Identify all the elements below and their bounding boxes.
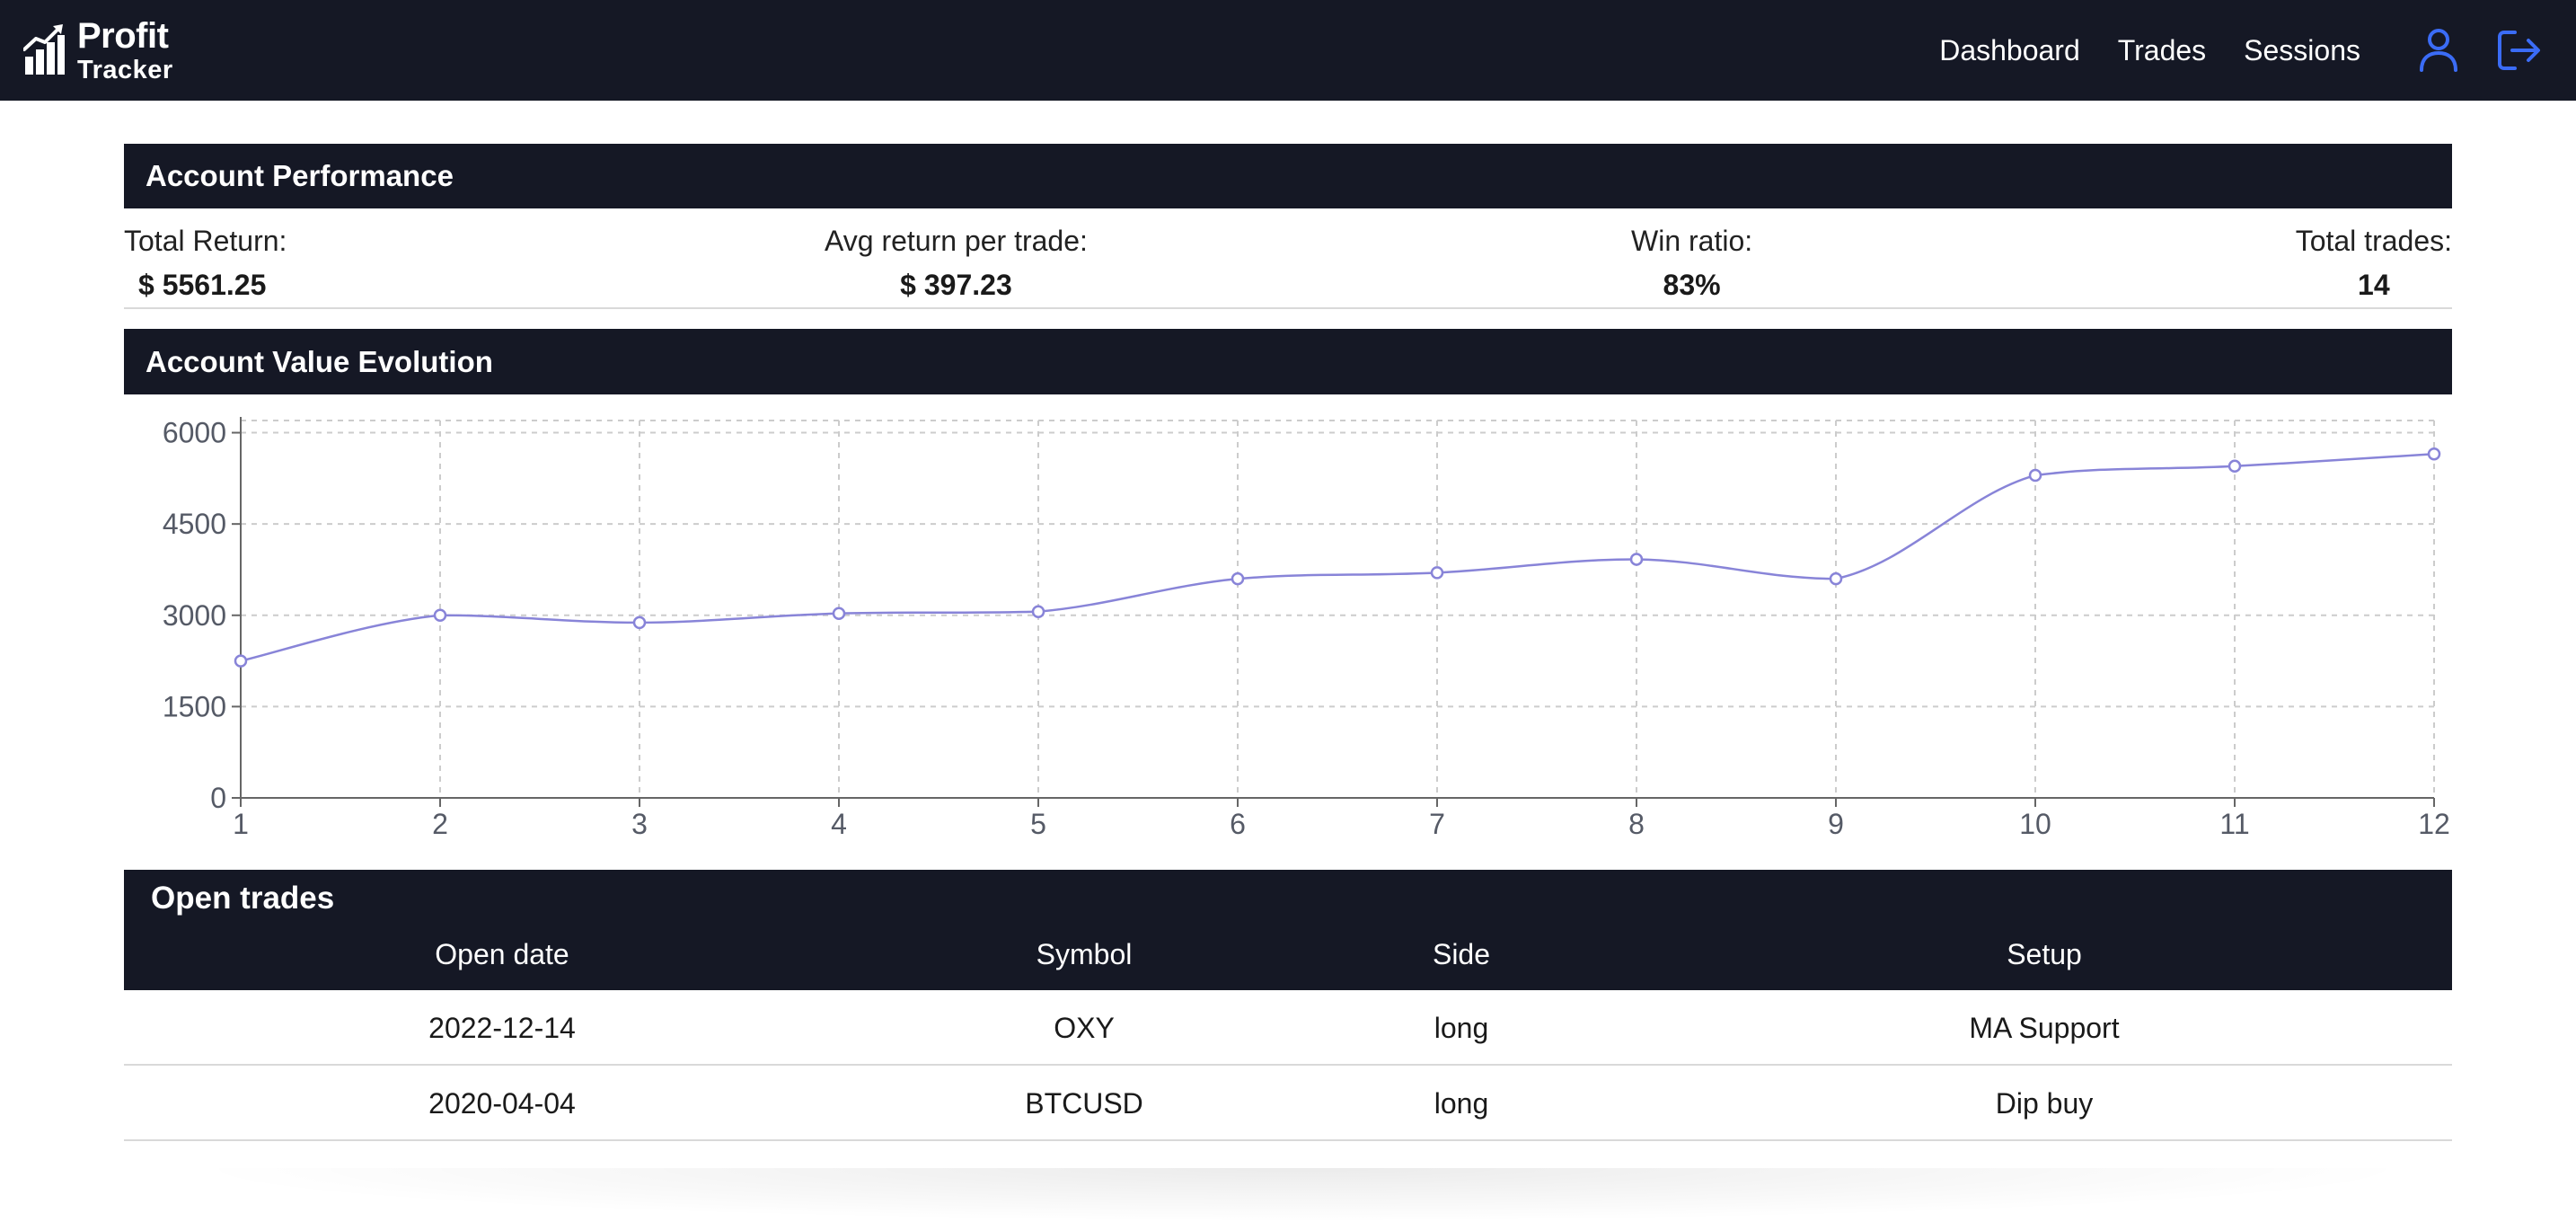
cell-setup: MA Support: [1969, 1012, 2120, 1044]
rising-bar-chart-icon: [23, 24, 65, 75]
column-header-setup[interactable]: Setup: [2007, 938, 2082, 971]
x-tick-label: 8: [1628, 808, 1645, 840]
open-trades-header: Open trades Open date Symbol Side Setup: [124, 870, 2452, 990]
column-header-open-date[interactable]: Open date: [435, 938, 569, 971]
stat-avg-return: Avg return per trade: $ 397.23: [825, 225, 1088, 302]
navbar: Profit Tracker Dashboard Trades Sessions: [0, 0, 2576, 101]
stat-win-ratio: Win ratio: 83%: [1631, 225, 1752, 302]
x-tick-label: 2: [432, 808, 448, 840]
stat-label: Win ratio:: [1631, 225, 1753, 257]
cell-side: long: [1434, 1087, 1489, 1120]
profile-button[interactable]: [2413, 24, 2465, 76]
brand[interactable]: Profit Tracker: [23, 14, 173, 86]
account-value-chart: 0 1500 3000 4500 6000 1 2 3 4 5 6 7 8 9 10 11 12: [124, 395, 2452, 845]
column-header-side[interactable]: Side: [1433, 938, 1490, 971]
cell-symbol: OXY: [1054, 1012, 1115, 1044]
stat-value: 14: [2358, 269, 2390, 301]
y-tick-label: 4500: [163, 508, 226, 540]
chart-axes: [232, 417, 2435, 807]
table-row[interactable]: 2022-12-14 OXY long MA Support: [124, 990, 2452, 1066]
evolution-header: Account Value Evolution: [124, 329, 2452, 394]
chart-series: [240, 453, 2435, 662]
performance-header: Account Performance: [124, 144, 2452, 208]
logout-icon: [2498, 31, 2540, 70]
column-header-symbol[interactable]: Symbol: [1037, 938, 1133, 971]
nav-link-dashboard[interactable]: Dashboard: [1939, 34, 2080, 67]
stat-value: 83%: [1663, 269, 1721, 301]
user-icon: [2420, 29, 2457, 72]
cell-side: long: [1434, 1012, 1489, 1044]
nav-links: Dashboard Trades Sessions: [1939, 0, 2576, 101]
cell-open-date: 2022-12-14: [428, 1012, 576, 1044]
cell-open-date: 2020-04-04: [428, 1087, 576, 1120]
performance-stats: Total Return: $ 5561.25 Avg return per t…: [124, 208, 2452, 309]
data-point: [433, 608, 447, 623]
cell-symbol: BTCUSD: [1025, 1087, 1143, 1120]
data-point: [832, 607, 846, 620]
stat-total-return: Total Return: $ 5561.25: [124, 225, 287, 302]
x-tick-label: 10: [2019, 808, 2051, 840]
y-tick-label: 0: [210, 782, 226, 814]
x-tick-label: 11: [2219, 808, 2249, 840]
data-point: [2427, 447, 2441, 461]
data-point: [1031, 605, 1045, 618]
bottom-shadow: [180, 1168, 2425, 1222]
data-point: [1430, 566, 1444, 580]
cell-setup: Dip buy: [1995, 1087, 2094, 1120]
x-tick-label: 4: [831, 808, 847, 840]
open-trades-table: Open trades Open date Symbol Side Setup …: [124, 870, 2452, 1141]
stat-label: Avg return per trade:: [825, 225, 1088, 257]
open-trades-title: Open trades: [151, 881, 335, 916]
stat-value: $ 5561.25: [138, 269, 267, 301]
table-row[interactable]: 2020-04-04 BTCUSD long Dip buy: [124, 1066, 2452, 1141]
chart-points: [234, 447, 2441, 668]
nav-link-sessions[interactable]: Sessions: [2244, 34, 2360, 67]
data-point: [1629, 553, 1644, 566]
series-line: [240, 453, 2435, 662]
stat-value: $ 397.23: [900, 269, 1012, 301]
data-point: [234, 654, 248, 668]
x-tick-label: 3: [631, 808, 648, 840]
x-tick-label: 12: [2418, 808, 2450, 840]
stat-label: Total trades:: [2295, 225, 2452, 257]
data-point: [632, 615, 647, 630]
brand-subtitle: Tracker: [77, 55, 173, 84]
stat-total-trades: Total trades: 14: [2296, 225, 2452, 302]
y-tick-label: 6000: [163, 417, 226, 449]
evolution-title: Account Value Evolution: [146, 344, 493, 378]
data-point: [2028, 468, 2042, 483]
x-tick-label: 5: [1030, 808, 1046, 840]
data-point: [1829, 571, 1843, 586]
data-point: [1231, 571, 1245, 586]
performance-title: Account Performance: [146, 159, 454, 192]
nav-link-trades[interactable]: Trades: [2118, 34, 2206, 67]
chart-tick-labels: 015003000450060001 2 3 4 5 6 7 8 9 10 11 12: [163, 417, 2450, 840]
y-tick-label: 3000: [163, 599, 226, 632]
x-tick-label: 1: [233, 808, 249, 840]
x-tick-label: 6: [1230, 808, 1246, 840]
x-tick-label: 9: [1828, 808, 1844, 840]
stat-label: Total Return:: [124, 225, 287, 257]
logout-button[interactable]: [2493, 24, 2545, 76]
line-chart: 015003000450060001 2 3 4 5 6 7 8 9 10 11 12: [163, 417, 2450, 840]
x-tick-label: 7: [1429, 808, 1445, 840]
data-point: [2228, 459, 2242, 474]
y-tick-label: 1500: [163, 690, 226, 722]
chart-grid: [241, 420, 2435, 798]
brand-name: Profit: [77, 15, 169, 56]
